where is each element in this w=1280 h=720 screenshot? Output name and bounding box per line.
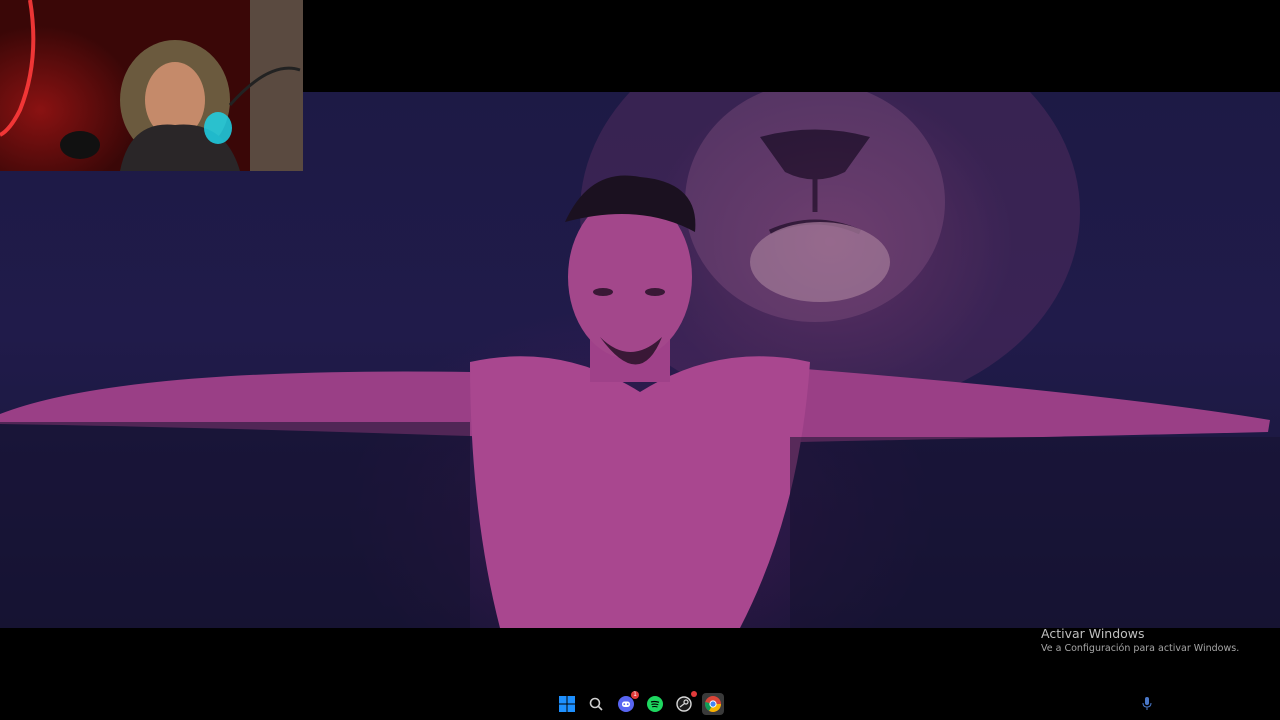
- steam-icon: [676, 696, 692, 712]
- discord-notification-badge: 1: [631, 691, 639, 699]
- video-scene: [0, 92, 1280, 628]
- windows-activation-watermark: Activar Windows Ve a Configuración para …: [1041, 626, 1239, 656]
- webcam-feed: [0, 0, 303, 171]
- microphone-icon[interactable]: [1142, 697, 1152, 711]
- steam-notification-dot: [691, 691, 697, 697]
- search-icon: [589, 697, 603, 711]
- spotify-taskbar-button[interactable]: [644, 693, 666, 715]
- video-player-frame[interactable]: [0, 92, 1280, 628]
- chrome-taskbar-button[interactable]: [702, 693, 724, 715]
- search-button[interactable]: [585, 693, 607, 715]
- webcam-overlay: [0, 0, 303, 171]
- activation-title: Activar Windows: [1041, 626, 1145, 641]
- steam-taskbar-button[interactable]: [673, 691, 697, 715]
- discord-taskbar-button[interactable]: 1: [615, 691, 639, 715]
- activation-subtitle: Ve a Configuración para activar Windows.: [1041, 643, 1240, 654]
- discord-icon: [618, 696, 634, 712]
- taskbar: 1: [0, 688, 1280, 720]
- start-button[interactable]: [556, 693, 578, 715]
- spotify-icon: [647, 696, 663, 712]
- windows-start-icon: [559, 696, 575, 712]
- chrome-icon: [705, 696, 721, 712]
